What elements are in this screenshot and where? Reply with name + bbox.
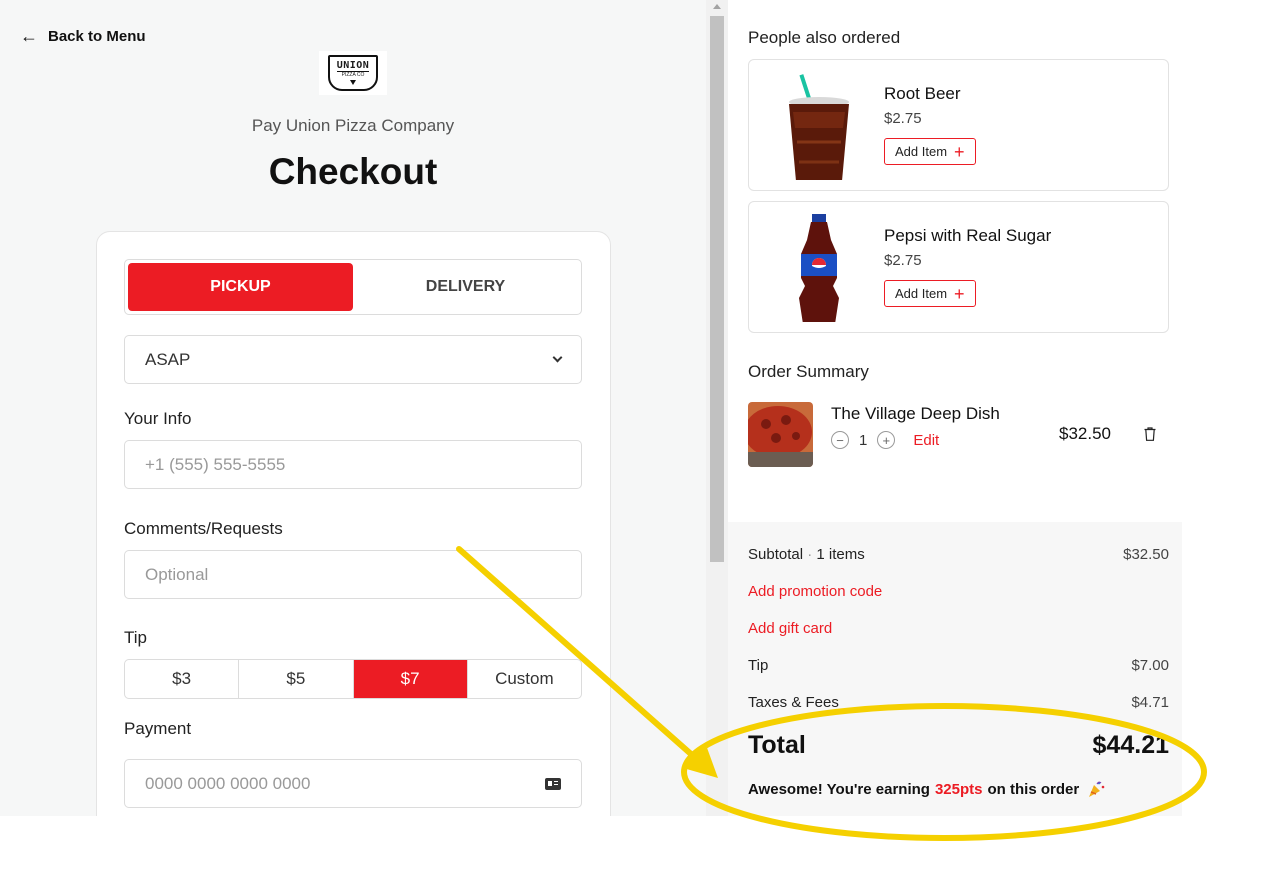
- checkout-card: PICKUP DELIVERY ASAP Your Info +1 (555) …: [96, 231, 611, 816]
- tip-summary-label: Tip: [748, 657, 769, 674]
- card-number-placeholder: 0000 0000 0000 0000: [145, 773, 311, 793]
- rewards-message: Awesome! You're earning 325pts on this o…: [748, 780, 1105, 798]
- earn-points: 325pts: [934, 780, 983, 798]
- pay-title: Pay Union Pizza Company: [251, 116, 455, 135]
- recommendation-price: $2.75: [884, 110, 922, 127]
- root-beer-image: [789, 74, 849, 180]
- earn-prefix: Awesome! You're earning: [748, 780, 930, 798]
- comments-placeholder: Optional: [145, 564, 209, 584]
- order-item-price: $32.50: [1059, 424, 1111, 443]
- comments-label: Comments/Requests: [124, 519, 283, 538]
- tip-option-3[interactable]: $3: [125, 660, 240, 698]
- fulfillment-tabs: PICKUP DELIVERY: [124, 259, 582, 315]
- page-title: Checkout: [268, 151, 438, 192]
- total-value: $44.21: [1092, 731, 1169, 759]
- tip-row: Tip $7.00: [748, 657, 1169, 674]
- comments-input[interactable]: Optional: [124, 550, 582, 599]
- subtotal-label: Subtotal: [748, 546, 804, 563]
- add-item-label: Add Item: [895, 286, 948, 301]
- tip-option-custom[interactable]: Custom: [468, 660, 581, 698]
- plus-icon[interactable]: +: [877, 431, 896, 449]
- taxes-value: $4.71: [1131, 694, 1169, 711]
- add-promo-code-link[interactable]: Add promotion code: [748, 583, 882, 600]
- earn-suffix: on this order: [987, 780, 1080, 798]
- order-summary-heading: Order Summary: [748, 362, 869, 381]
- tip-option-5[interactable]: $5: [239, 660, 354, 698]
- arrow-left-icon: ←: [20, 26, 38, 46]
- subtotal-value: $32.50: [1123, 546, 1169, 563]
- credit-card-icon: [545, 777, 561, 790]
- logo-shield: UNION PIZZA CO: [328, 55, 378, 91]
- tip-summary-value: $7.00: [1131, 657, 1169, 674]
- trash-icon[interactable]: [1144, 427, 1156, 441]
- order-item-name: The Village Deep Dish: [831, 404, 1000, 423]
- card-number-input[interactable]: 0000 0000 0000 0000: [124, 759, 582, 808]
- add-pepsi-button[interactable]: Add Item +: [884, 280, 976, 307]
- tab-pickup[interactable]: PICKUP: [128, 263, 353, 311]
- order-line-item: The Village Deep Dish − 1 + Edit $32.50: [748, 402, 1169, 468]
- pickup-time-select[interactable]: ASAP: [124, 335, 582, 384]
- pickup-time-value: ASAP: [145, 349, 191, 369]
- total-row: Total $44.21: [748, 731, 1169, 760]
- separator-dot: ·: [807, 546, 817, 563]
- logo-main-text: UNION: [336, 60, 370, 72]
- people-also-ordered-heading: People also ordered: [748, 28, 901, 47]
- tab-delivery[interactable]: DELIVERY: [353, 263, 578, 311]
- edit-item-link[interactable]: Edit: [913, 432, 939, 449]
- back-to-menu-link[interactable]: ← Back to Menu: [20, 27, 146, 45]
- order-totals: Subtotal · 1 items $32.50 Add promotion …: [728, 522, 1182, 816]
- add-root-beer-button[interactable]: Add Item +: [884, 138, 976, 165]
- recommendation-card[interactable]: Root Beer $2.75 Add Item +: [748, 59, 1169, 191]
- restaurant-logo: UNION PIZZA CO: [319, 51, 387, 95]
- add-item-label: Add Item: [895, 144, 948, 159]
- phone-placeholder: +1 (555) 555-5555: [145, 454, 286, 474]
- recommendation-name: Root Beer: [884, 84, 961, 103]
- plus-icon: +: [954, 141, 965, 162]
- minus-icon[interactable]: −: [831, 431, 849, 449]
- items-count: 1 items: [816, 546, 865, 563]
- checkout-form-pane: ← Back to Menu UNION PIZZA CO Pay Union …: [0, 0, 706, 816]
- taxes-row: Taxes & Fees $4.71: [748, 694, 1169, 711]
- total-label: Total: [748, 731, 806, 759]
- quantity-value: 1: [859, 431, 868, 449]
- tip-label: Tip: [124, 628, 147, 647]
- your-info-label: Your Info: [124, 409, 192, 428]
- party-popper-icon: [1089, 781, 1105, 797]
- recommendation-card[interactable]: Pepsi with Real Sugar $2.75 Add Item +: [748, 201, 1169, 333]
- phone-input[interactable]: +1 (555) 555-5555: [124, 440, 582, 489]
- back-to-menu-label: Back to Menu: [48, 27, 146, 45]
- payment-label: Payment: [124, 719, 192, 738]
- chevron-down-icon: [552, 352, 563, 363]
- recommendation-name: Pepsi with Real Sugar: [884, 226, 1052, 245]
- quantity-stepper: − 1 + Edit: [831, 431, 939, 449]
- taxes-label: Taxes & Fees: [748, 694, 839, 711]
- recommendation-price: $2.75: [884, 252, 922, 269]
- deep-dish-pizza-image: [748, 402, 813, 467]
- pepsi-bottle-image: [799, 214, 839, 322]
- scrollbar[interactable]: [706, 0, 728, 816]
- scroll-up-arrow-icon[interactable]: [713, 4, 721, 9]
- plus-icon: +: [954, 283, 965, 304]
- logo-mark: [350, 80, 356, 85]
- logo-sub-text: PIZZA CO: [341, 72, 365, 78]
- tip-option-7[interactable]: $7: [353, 660, 468, 698]
- add-gift-card-link[interactable]: Add gift card: [748, 620, 832, 637]
- tip-selector: $3 $5 $7 Custom: [124, 659, 582, 699]
- scrollbar-thumb[interactable]: [710, 16, 724, 562]
- order-summary-pane: People also ordered Root Beer $2.75 Add …: [728, 0, 1182, 816]
- subtotal-row: Subtotal · 1 items $32.50: [748, 546, 1169, 563]
